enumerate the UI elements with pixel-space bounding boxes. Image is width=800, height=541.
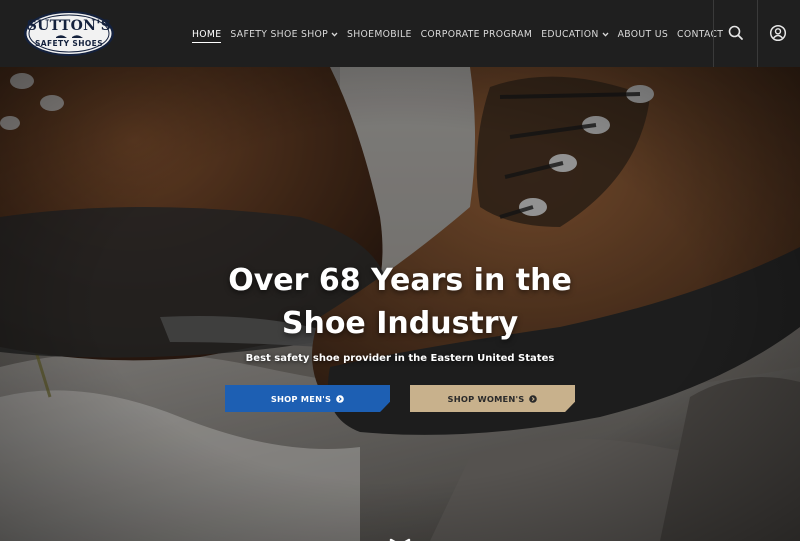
hero-banner: Over 68 Years in the Shoe Industry Best … [0, 67, 800, 541]
chevron-down-icon [331, 32, 338, 37]
nav-item-corporate-program[interactable]: CORPORATE PROGRAM [421, 26, 533, 42]
search-icon[interactable] [727, 24, 745, 42]
nav-item-shoemobile[interactable]: SHOEMOBILE [347, 26, 412, 42]
nav-item-home[interactable]: HOME [192, 26, 222, 43]
nav-item-education[interactable]: EDUCATION [541, 26, 609, 42]
chevron-down-icon [602, 32, 609, 37]
shop-womens-label: SHOP WOMEN'S [447, 393, 525, 404]
header-divider [757, 0, 758, 67]
hero-title: Over 68 Years in the Shoe Industry [150, 259, 650, 345]
shop-mens-button[interactable]: SHOP MEN'S [225, 385, 390, 412]
logo[interactable]: SUTTON'S SAFETY SHOES [23, 10, 115, 57]
scroll-down-chevron-icon[interactable] [385, 534, 415, 541]
nav-item-label: CONTACT [677, 28, 724, 40]
logo-tagline: SAFETY SHOES [35, 39, 103, 48]
nav-item-label: SHOEMOBILE [347, 28, 412, 40]
user-account-icon[interactable] [769, 24, 787, 42]
nav-item-contact[interactable]: CONTACT [677, 26, 723, 42]
main-nav: HOME SAFETY SHOE SHOP SHOEMOBILE CORPORA… [192, 26, 732, 43]
nav-item-label: ABOUT US [617, 28, 669, 40]
site-header: SUTTON'S SAFETY SHOES HOME SAFETY SHOE S… [0, 0, 800, 67]
arrow-circle-icon [529, 394, 538, 403]
page: SUTTON'S SAFETY SHOES HOME SAFETY SHOE S… [0, 0, 800, 541]
nav-item-label: HOME [192, 28, 222, 40]
nav-item-label: SAFETY SHOE SHOP [230, 28, 329, 40]
header-divider [713, 0, 714, 67]
nav-item-about-us[interactable]: ABOUT US [618, 26, 668, 42]
logo-wordmark: SUTTON'S [26, 18, 112, 34]
nav-item-safety-shoe-shop[interactable]: SAFETY SHOE SHOP [230, 26, 338, 42]
hero-subtitle: Best safety shoe provider in the Eastern… [245, 353, 555, 364]
shop-womens-button[interactable]: SHOP WOMEN'S [410, 385, 575, 412]
nav-item-label: EDUCATION [541, 28, 599, 40]
shop-mens-label: SHOP MEN'S [270, 393, 332, 404]
hero-title-line-2: Shoe Industry [281, 306, 519, 341]
hero-title-line-1: Over 68 Years in the [228, 263, 572, 298]
arrow-circle-icon [336, 394, 344, 403]
nav-item-label: CORPORATE PROGRAM [420, 28, 533, 40]
